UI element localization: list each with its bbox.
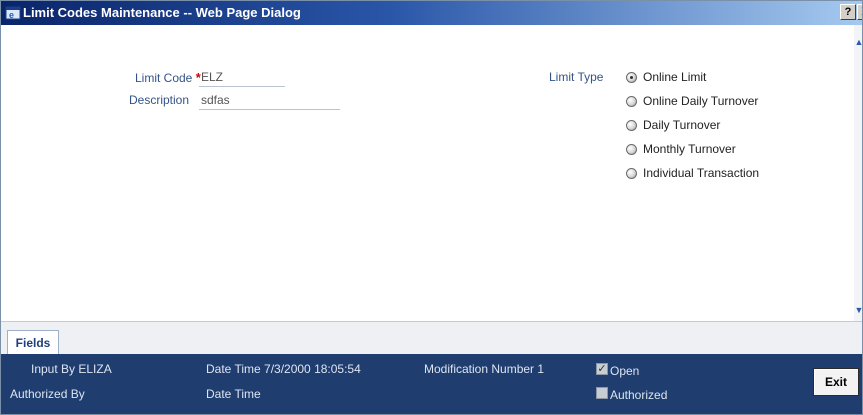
modification-number-text: Modification Number 1 (424, 362, 545, 376)
authorized-checkbox[interactable] (596, 387, 608, 399)
radio-selected-dot (630, 76, 633, 79)
dialog-window: e Limit Codes Maintenance -- Web Page Di… (0, 0, 863, 415)
radio-individual-transaction[interactable] (626, 168, 637, 179)
authorized-by-text: Authorized By (10, 387, 85, 401)
svg-text:e: e (9, 10, 14, 20)
limit-code-field[interactable]: ELZ (201, 70, 223, 84)
date-time-text: Date Time 7/3/2000 18:05:54 (206, 362, 361, 376)
exit-button[interactable]: Exit (813, 368, 859, 396)
description-underline (199, 109, 340, 110)
scroll-down-icon[interactable]: ▼ (854, 305, 862, 315)
limit-code-label: Limit Code * (135, 70, 201, 85)
radio-monthly-turnover[interactable] (626, 144, 637, 155)
form-area: Limit Code * ELZ Description sdfas Limit… (1, 25, 854, 321)
audit-footer: Input By ELIZA Date Time 7/3/2000 18:05:… (1, 354, 862, 414)
radio-online-limit[interactable] (626, 72, 637, 83)
close-button[interactable]: X (857, 4, 862, 20)
input-by-text: Input By ELIZA (31, 362, 112, 376)
authorized-label: Authorized (610, 388, 668, 402)
radio-label-individual-transaction: Individual Transaction (643, 166, 760, 180)
limit-code-underline (199, 86, 285, 87)
help-button[interactable]: ? (840, 4, 856, 20)
window-title: Limit Codes Maintenance -- Web Page Dial… (23, 5, 301, 20)
radio-label-daily-turnover: Daily Turnover (643, 118, 721, 132)
help-icon: ? (844, 6, 852, 18)
title-bar: e Limit Codes Maintenance -- Web Page Di… (1, 1, 862, 25)
vertical-scrollbar[interactable]: ▲ ▼ (854, 25, 862, 321)
tab-strip: Fields (1, 321, 862, 355)
required-marker: * (195, 70, 201, 85)
limit-type-label: Limit Type (549, 70, 604, 84)
radio-label-online-daily-turnover: Online Daily Turnover (643, 94, 759, 108)
check-mark-icon: ✓ (597, 363, 607, 375)
radio-label-monthly-turnover: Monthly Turnover (643, 142, 736, 156)
radio-label-online-limit: Online Limit (643, 70, 707, 84)
tab-fields[interactable]: Fields (7, 330, 59, 355)
limit-code-label-text: Limit Code (135, 71, 193, 85)
scroll-up-icon[interactable]: ▲ (854, 37, 862, 47)
description-field[interactable]: sdfas (201, 93, 230, 107)
radio-daily-turnover[interactable] (626, 120, 637, 131)
radio-online-daily-turnover[interactable] (626, 96, 637, 107)
description-label: Description (129, 93, 190, 107)
ie-window-icon: e (5, 5, 21, 21)
open-label: Open (610, 364, 640, 378)
open-checkbox[interactable]: ✓ (596, 363, 608, 375)
authorized-date-time-text: Date Time (206, 387, 261, 401)
